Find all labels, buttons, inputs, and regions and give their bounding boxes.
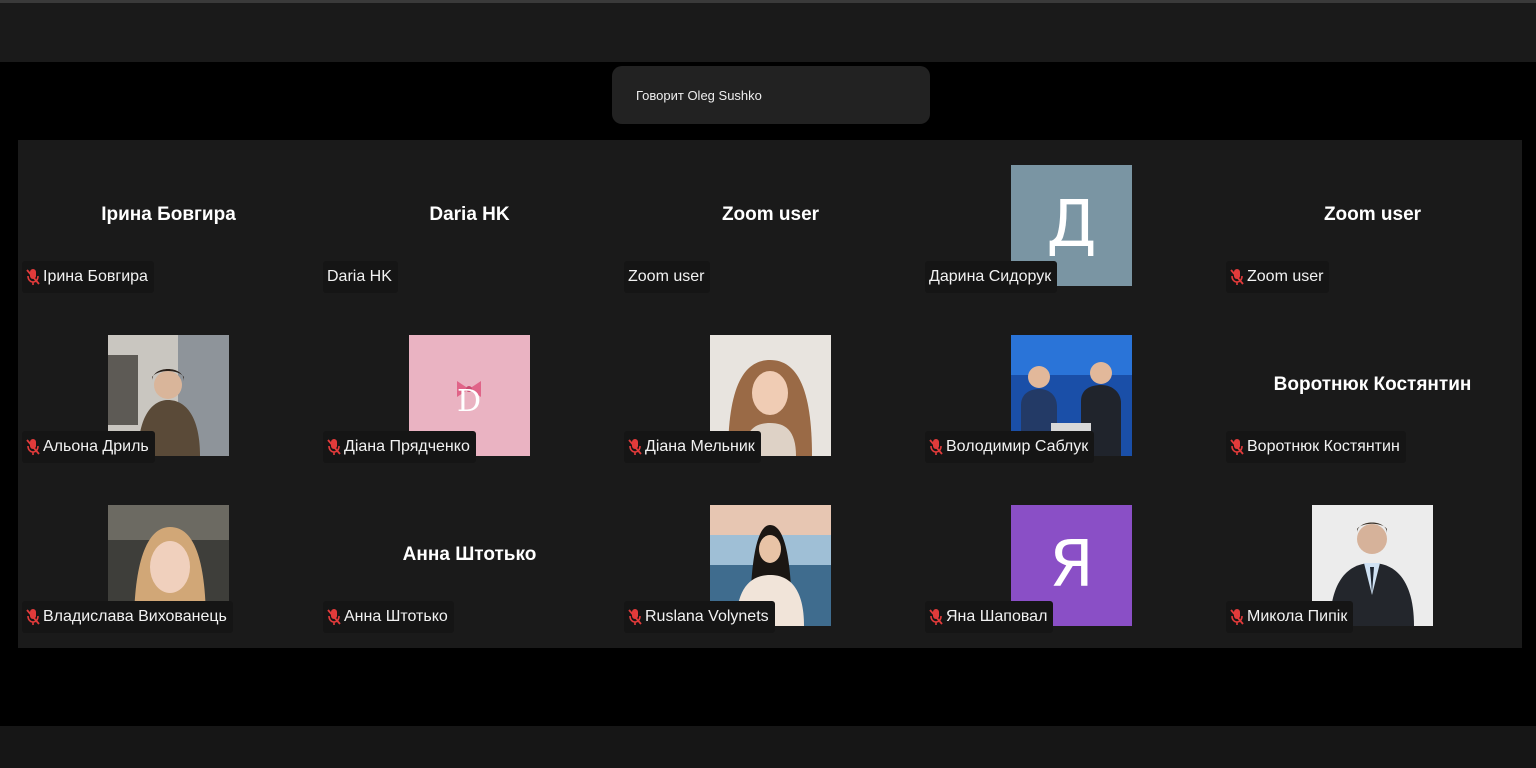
participant-tile-daryna[interactable]: Д Дарина Сидорук xyxy=(921,140,1222,310)
participant-name-text: Владислава Вихованець xyxy=(43,608,227,625)
participant-name-label: Daria HK xyxy=(323,261,398,293)
participant-name-text: Альона Дриль xyxy=(43,438,149,455)
bottom-toolbar xyxy=(0,726,1536,768)
participant-name-text: Zoom user xyxy=(1247,268,1324,285)
participant-name-label: Zoom user xyxy=(624,261,711,293)
mic-muted-icon xyxy=(628,608,642,626)
participant-name-label: Ruslana Volynets xyxy=(624,601,775,633)
participant-tile-zoom2[interactable]: Zoom user Zoom user xyxy=(1222,140,1523,310)
participant-name-text: Ruslana Volynets xyxy=(645,608,769,625)
participant-tile-volodymyr[interactable]: Володимир Саблук xyxy=(921,310,1222,480)
participant-tile-vorotniuk[interactable]: Воротнюк Костянтин Воротнюк Костянтин xyxy=(1222,310,1523,480)
participant-name-text: Дарина Сидорук xyxy=(929,268,1052,285)
participant-tile-anna[interactable]: Анна Штотько Анна Штотько xyxy=(319,480,620,650)
participant-tile-ruslana[interactable]: Ruslana Volynets xyxy=(620,480,921,650)
participant-name-text: Діана Прядченко xyxy=(344,438,470,455)
participant-tile-vladyslava[interactable]: Владислава Вихованець xyxy=(18,480,319,650)
participant-name-text: Воротнюк Костянтин xyxy=(1247,438,1400,455)
participant-tile-daria[interactable]: Daria HK Daria HK xyxy=(319,140,620,310)
participant-name-text: Діана Мельник xyxy=(645,438,755,455)
mic-muted-icon xyxy=(26,438,40,456)
participant-name-text: Володимир Саблук xyxy=(946,438,1089,455)
participant-name-label: Воротнюк Костянтин xyxy=(1226,431,1406,463)
mic-muted-icon xyxy=(1230,608,1244,626)
mic-muted-icon xyxy=(1230,438,1244,456)
participant-name-label: Владислава Вихованець xyxy=(22,601,233,633)
mic-muted-icon xyxy=(929,608,943,626)
gallery-view: Ірина Бовгира Ірина Бовгира Daria HK Daria… xyxy=(18,140,1522,648)
mic-muted-icon xyxy=(327,438,341,456)
participant-name-text: Анна Штотько xyxy=(344,608,448,625)
participant-name-text: Микола Пипік xyxy=(1247,608,1348,625)
participant-tile-irina[interactable]: Ірина Бовгира Ірина Бовгира xyxy=(18,140,319,310)
mic-muted-icon xyxy=(26,268,40,286)
participant-tile-diana-m[interactable]: Діана Мельник xyxy=(620,310,921,480)
participant-name-text: Zoom user xyxy=(628,268,705,285)
participant-name-label: Микола Пипік xyxy=(1226,601,1354,633)
participant-name-text: Daria HK xyxy=(327,268,392,285)
participant-tile-yana[interactable]: Я Яна Шаповал xyxy=(921,480,1222,650)
participant-name-label: Анна Штотько xyxy=(323,601,454,633)
svg-text:D: D xyxy=(457,384,481,419)
participant-name-label: Ірина Бовгира xyxy=(22,261,154,293)
top-bar xyxy=(0,0,1536,62)
participant-name-label: Володимир Саблук xyxy=(925,431,1095,463)
participant-tile-zoom1[interactable]: Zoom user Zoom user xyxy=(620,140,921,310)
participant-name-label: Дарина Сидорук xyxy=(925,261,1058,293)
zoom-meeting-window: Говорит Oleg Sushko Ірина Бовгира Ірина … xyxy=(0,0,1536,768)
active-speaker-text: Говорит Oleg Sushko xyxy=(636,88,762,103)
participant-name-label: Діана Прядченко xyxy=(323,431,476,463)
mic-muted-icon xyxy=(327,608,341,626)
mic-muted-icon xyxy=(628,438,642,456)
participant-name-text: Яна Шаповал xyxy=(946,608,1048,625)
participant-name-label: Zoom user xyxy=(1226,261,1330,293)
participant-tile-alona[interactable]: Альона Дриль xyxy=(18,310,319,480)
mic-muted-icon xyxy=(26,608,40,626)
mic-muted-icon xyxy=(1230,268,1244,286)
active-speaker-banner: Говорит Oleg Sushko xyxy=(612,66,930,124)
participant-tile-diana-p[interactable]: D Діана Прядченко xyxy=(319,310,620,480)
participant-name-text: Ірина Бовгира xyxy=(43,268,148,285)
participant-name-label: Яна Шаповал xyxy=(925,601,1054,633)
participant-tile-mykola[interactable]: Микола Пипік xyxy=(1222,480,1523,650)
participant-name-label: Альона Дриль xyxy=(22,431,155,463)
participant-name-label: Діана Мельник xyxy=(624,431,761,463)
mic-muted-icon xyxy=(929,438,943,456)
